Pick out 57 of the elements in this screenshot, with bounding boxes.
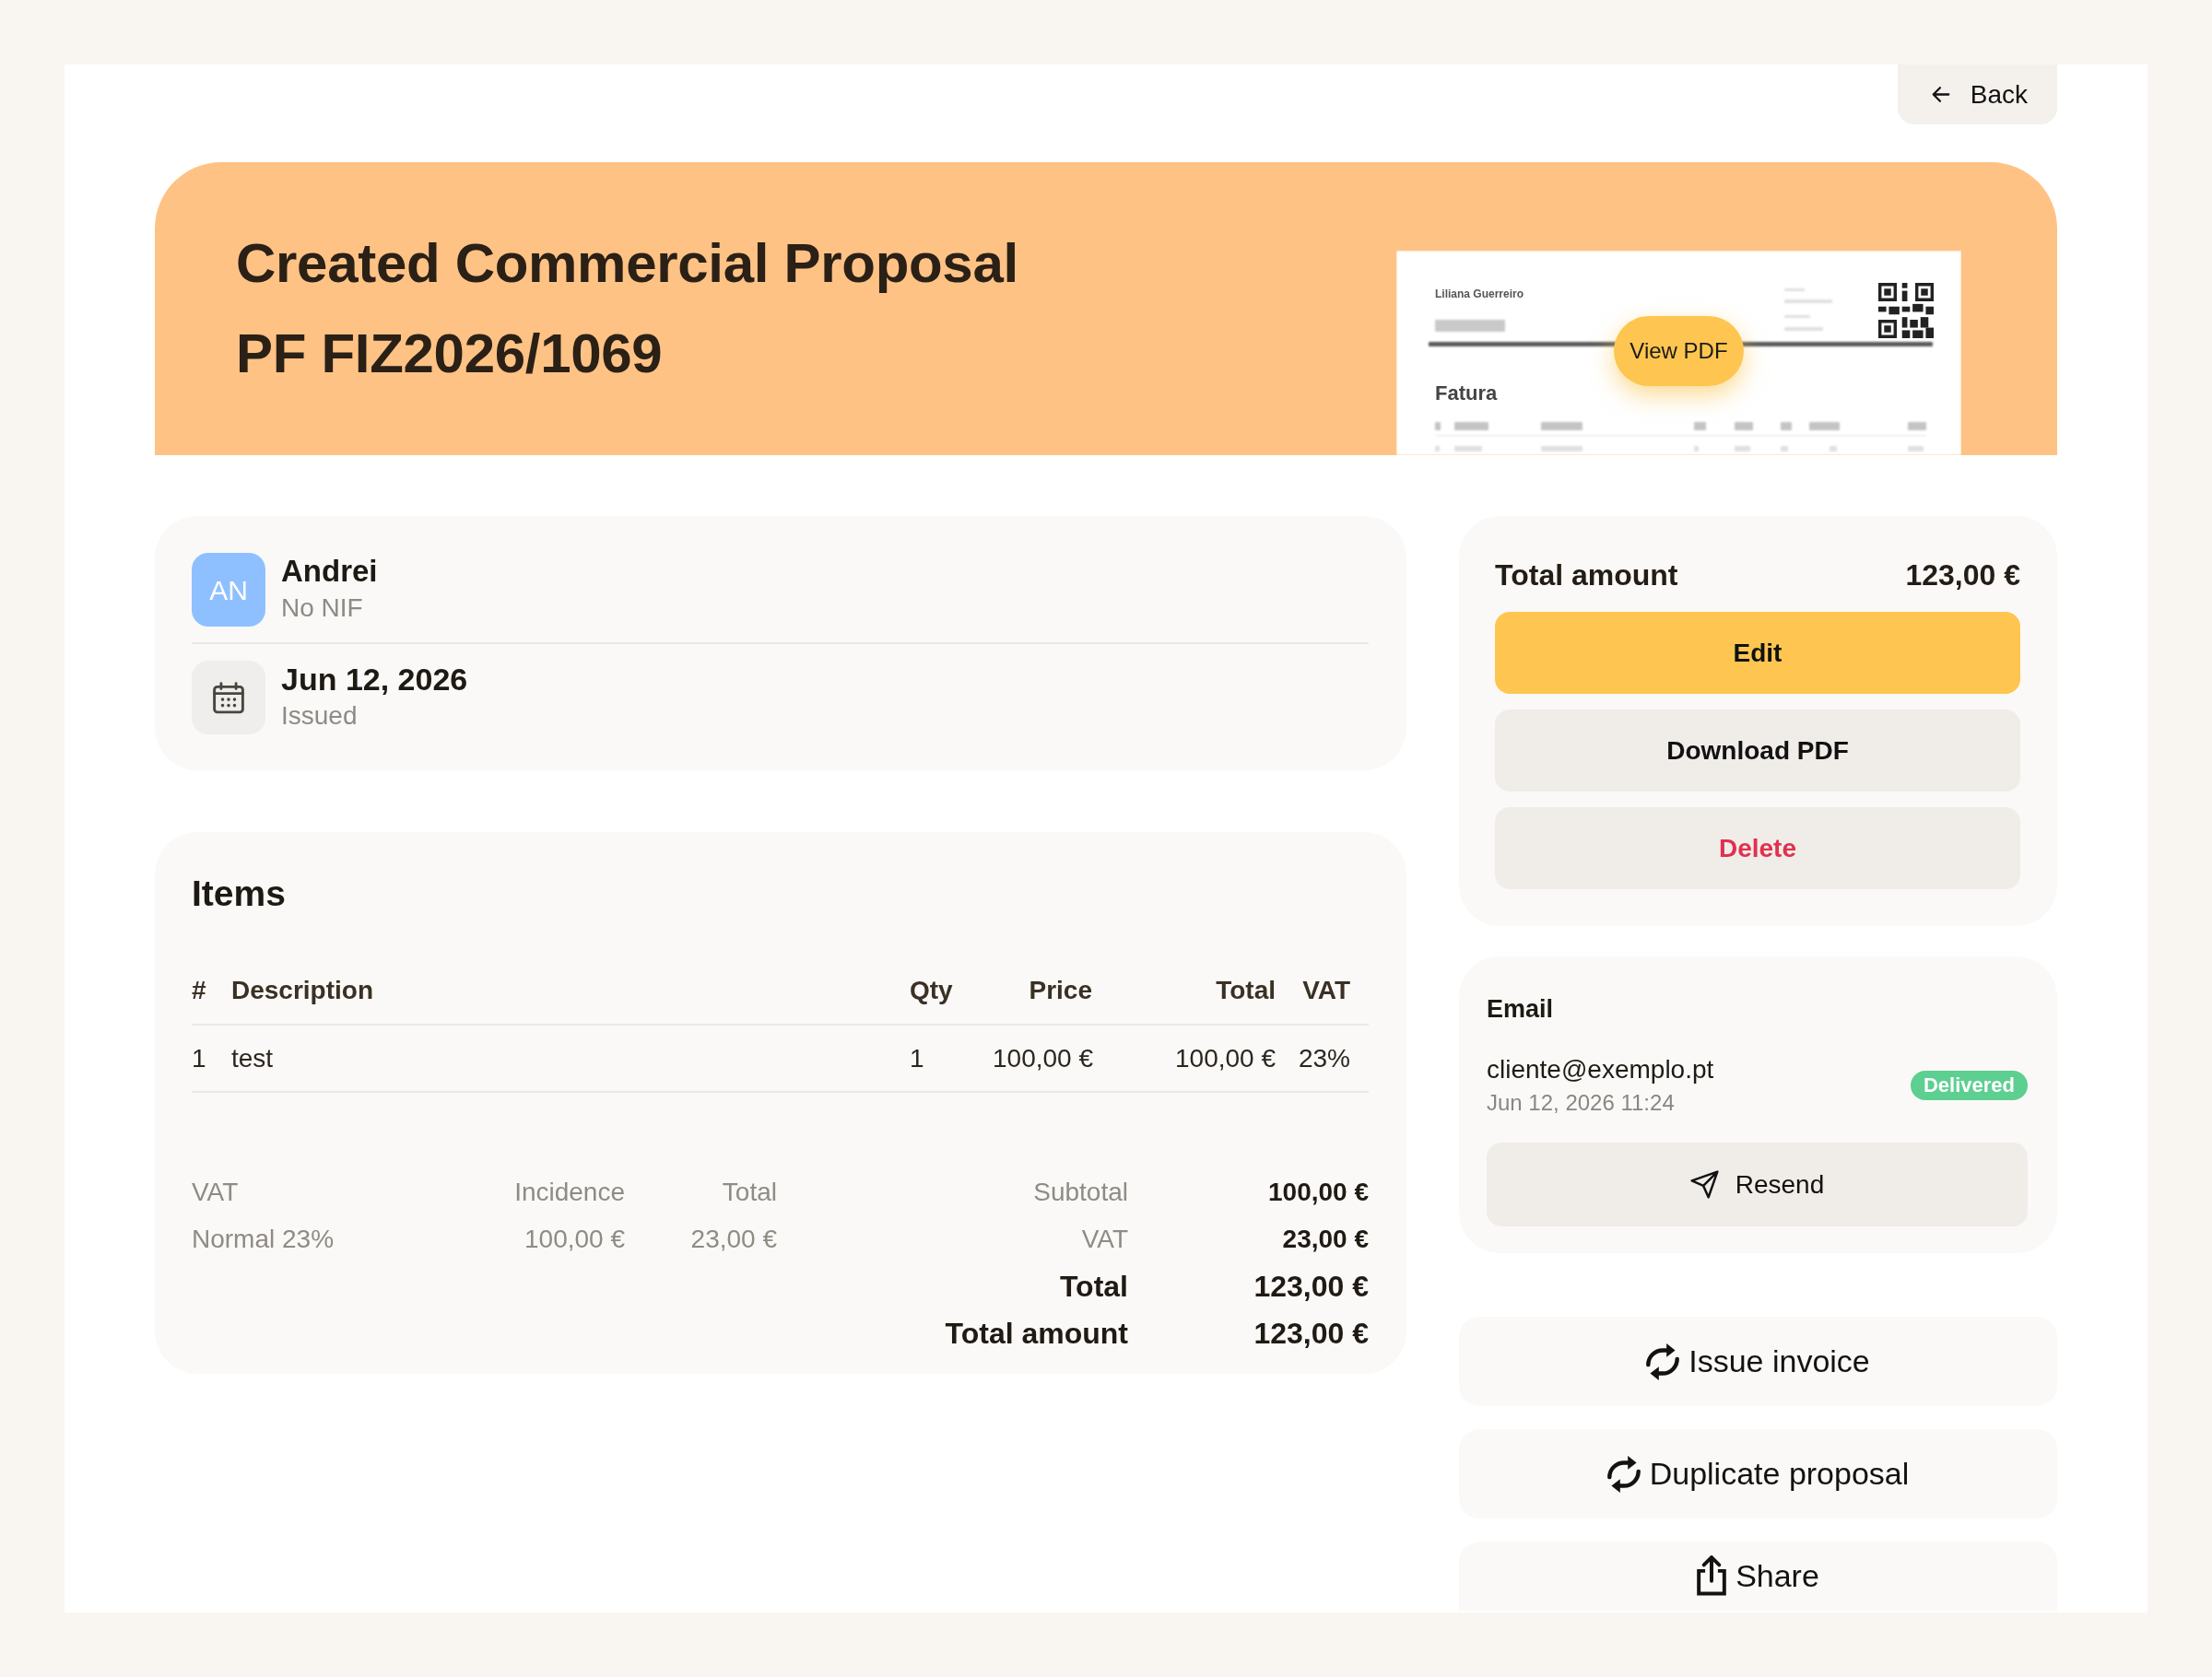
action-button[interactable]: Share (1459, 1542, 2057, 1611)
document-number: PF FIZ2026/1069 (236, 322, 664, 386)
items-title: Items (192, 873, 287, 915)
column-header: Total (721, 1176, 777, 1208)
avatar: AN (192, 553, 265, 627)
table-cell-text: 100,00 € (993, 1042, 1092, 1074)
column-header: Description (231, 975, 375, 1006)
total-label: Subtotal (1032, 1176, 1128, 1208)
total-value: 100,00 € (1267, 1176, 1369, 1208)
total-value: 123,00 € (1253, 1315, 1369, 1352)
arrow-left-icon (1930, 86, 1951, 103)
table-cell-text: 1 (910, 1042, 925, 1074)
document-sender-text: Liliana Guerreiro (1435, 287, 1524, 301)
table-cell-text: 100,00 € (1174, 1042, 1276, 1074)
amount-label: Total amount (1495, 557, 1678, 593)
total-label: Total (1058, 1268, 1128, 1305)
email-title: Email (1487, 994, 1555, 1024)
refresh-icon (1606, 1455, 1641, 1493)
column-header: Incidence (513, 1176, 625, 1208)
total-value: 23,00 € (1281, 1223, 1369, 1255)
client-name: Andrei (281, 553, 378, 590)
document-heading: Fatura (1435, 381, 1498, 405)
back-button[interactable]: Back (1897, 64, 2057, 124)
email-sent-time: Jun 12, 2026 11:24 (1487, 1089, 1676, 1117)
resend-button[interactable]: Resend (1487, 1143, 2028, 1226)
column-header: Price (1028, 975, 1092, 1006)
edit-button[interactable]: Edit (1495, 612, 2020, 694)
total-value: 123,00 € (1253, 1268, 1369, 1305)
column-header: # (192, 975, 207, 1006)
column-header: VAT (192, 1176, 240, 1208)
total-label: Total amount (944, 1315, 1128, 1352)
page-title: Created Commercial Proposal (236, 231, 1018, 296)
table-cell-text: 23,00 € (689, 1223, 777, 1255)
refresh-icon (1646, 1343, 1680, 1380)
total-label: VAT (1080, 1223, 1128, 1255)
column-header: Total (1215, 975, 1276, 1006)
column-header: Qty (910, 975, 954, 1006)
action-button[interactable]: Duplicate proposal (1459, 1429, 2057, 1519)
action-button[interactable]: Issue invoice (1459, 1317, 2057, 1406)
client-tax-id: No NIF (281, 592, 364, 624)
table-cell-text: 23% (1297, 1042, 1351, 1074)
download-button[interactable]: Download PDF (1495, 710, 2020, 792)
table-cell-text: Normal 23% (192, 1223, 335, 1255)
issue-date-label: Issued (281, 700, 359, 732)
column-header: VAT (1301, 975, 1351, 1006)
status-badge: Delivered (1910, 1071, 2028, 1100)
table-cell-text: 100,00 € (524, 1223, 625, 1255)
send-icon (1689, 1170, 1719, 1199)
calendar-icon (192, 661, 265, 734)
table-cell-text: test (231, 1042, 275, 1074)
delete-button[interactable]: Delete (1495, 807, 2020, 889)
table-cell-text: 1 (192, 1042, 207, 1074)
issue-date: Jun 12, 2026 (281, 661, 468, 698)
share-icon (1697, 1554, 1727, 1596)
qr-code-icon (1878, 283, 1934, 338)
amount-value: 123,00 € (1905, 557, 2020, 593)
email-address: cliente@exemplo.pt (1487, 1054, 1714, 1085)
